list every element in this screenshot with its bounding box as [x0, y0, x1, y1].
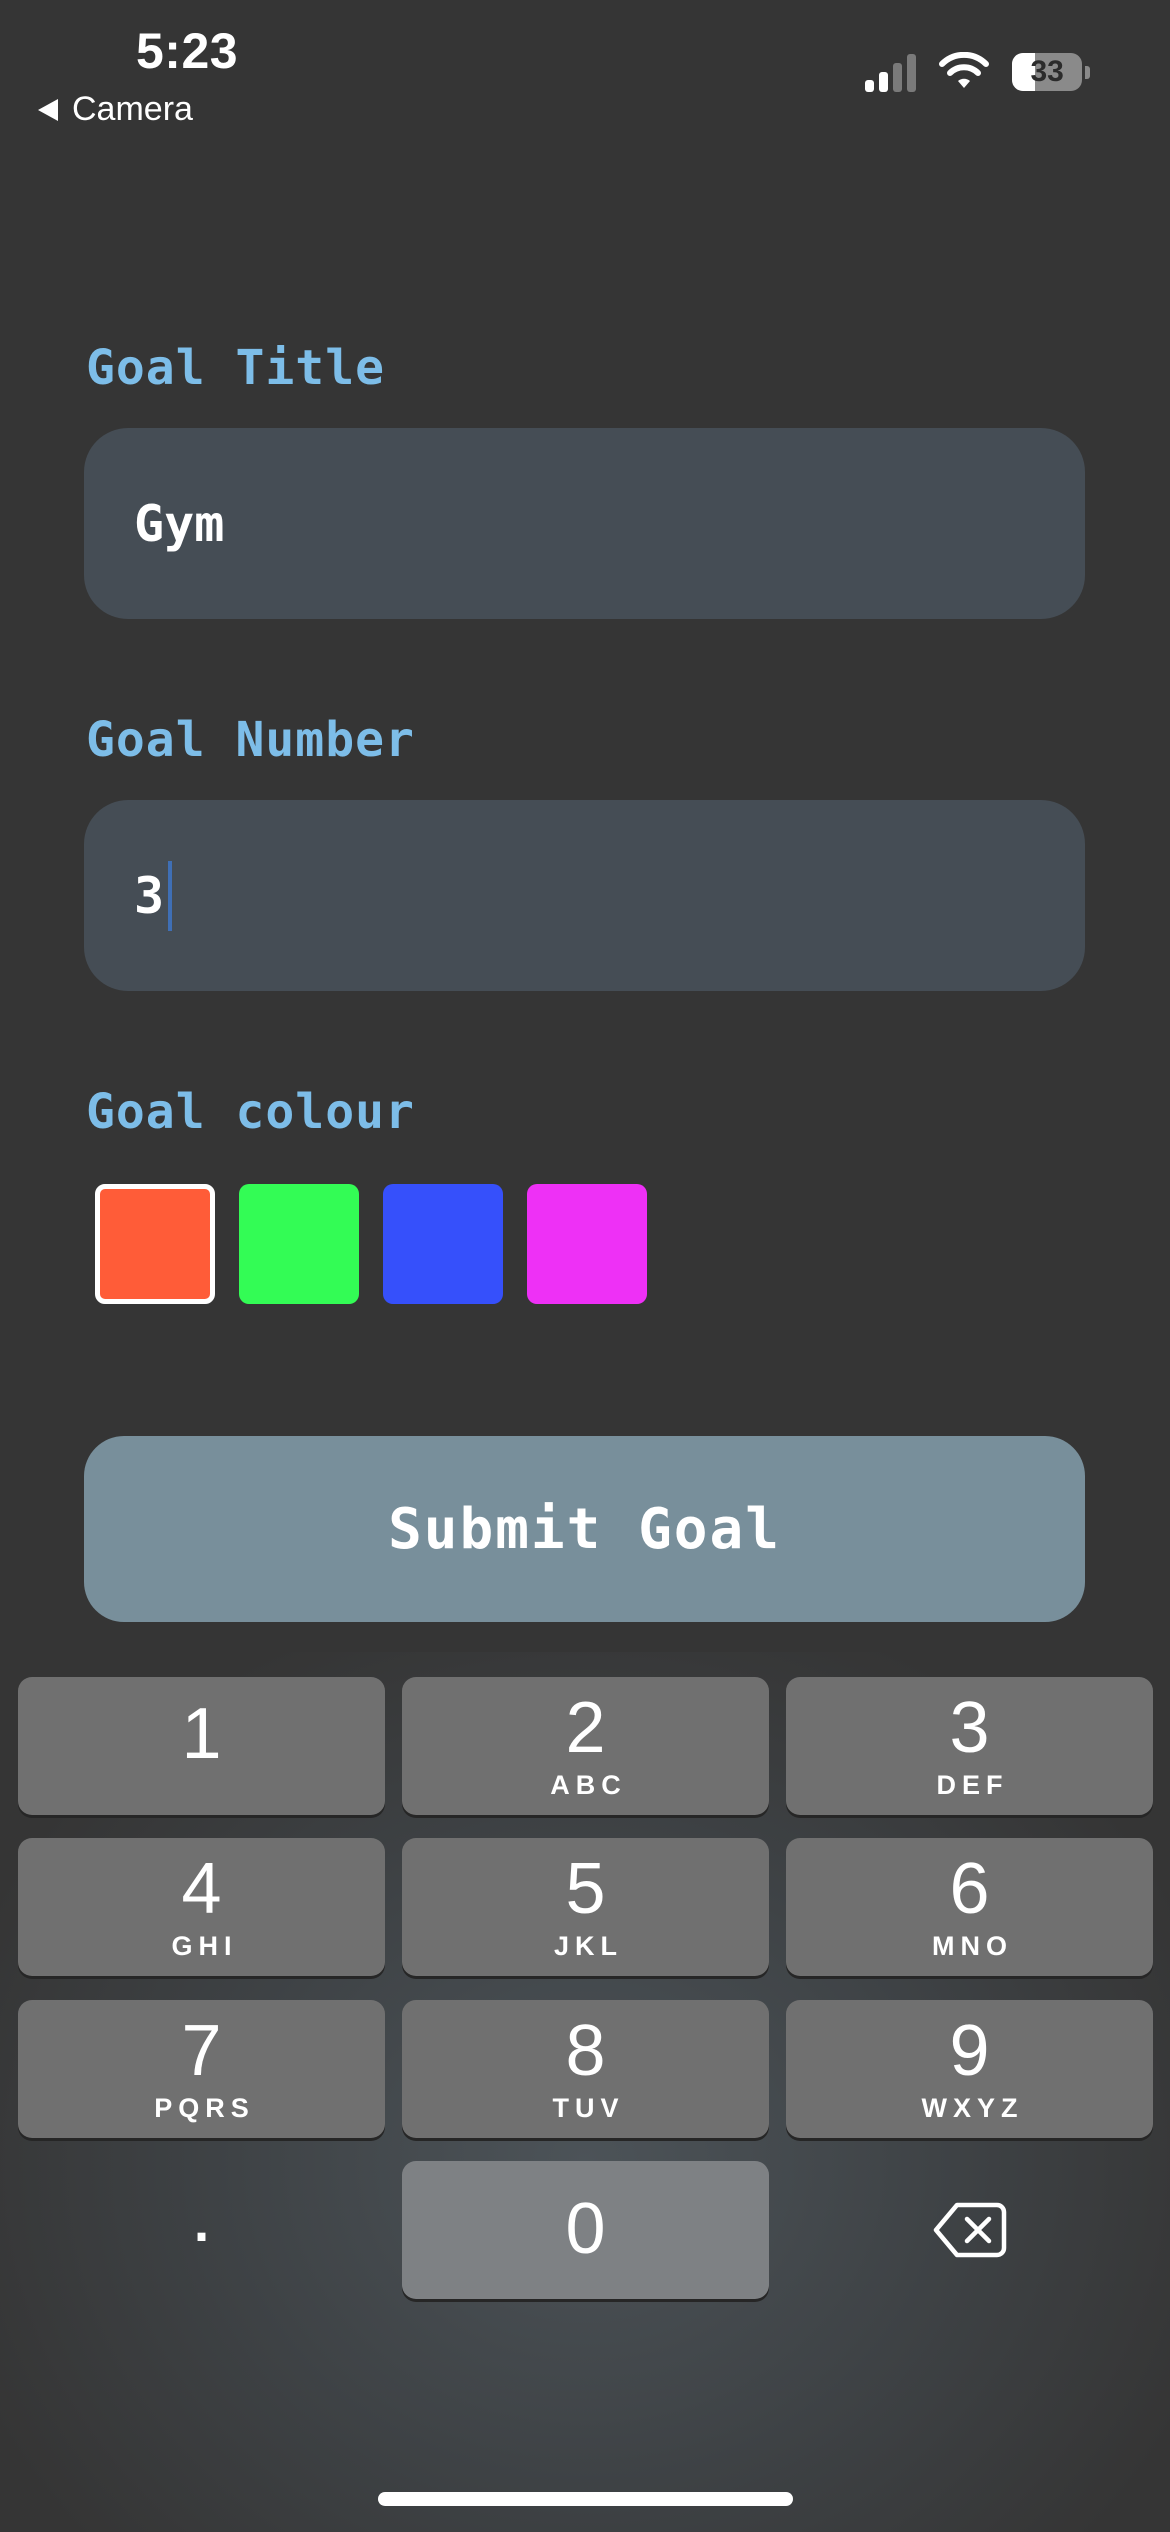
key-digit: 9	[949, 2010, 990, 2091]
key-3[interactable]: 3 DEF	[786, 1677, 1153, 1815]
delete-key[interactable]	[786, 2161, 1153, 2299]
goal-number-label: Goal Number	[86, 712, 415, 768]
key-digit: 0	[565, 2189, 606, 2269]
numeric-keypad: 1 2 ABC 3 DEF 4 GHI 5 JKL 6 MNO 7 PQRS 8…	[0, 1652, 1170, 2532]
key-digit: 1	[181, 1694, 222, 1774]
wifi-icon	[939, 52, 989, 88]
back-arrow-icon	[38, 98, 58, 121]
key-letters: DEF	[936, 1769, 1009, 1800]
submit-goal-button[interactable]: Submit Goal	[84, 1436, 1085, 1622]
back-to-camera-link[interactable]: Camera	[38, 90, 193, 129]
goal-title-value: Gym	[134, 494, 225, 553]
colour-picker	[95, 1184, 647, 1304]
key-letters: MNO	[932, 1930, 1013, 1961]
text-cursor	[168, 860, 173, 931]
goal-title-input[interactable]: Gym	[84, 428, 1085, 619]
cellular-signal-icon	[865, 52, 916, 92]
home-indicator[interactable]	[378, 2492, 793, 2506]
key-digit: 7	[181, 2010, 222, 2091]
key-letters: JKL	[553, 1930, 623, 1961]
key-5[interactable]: 5 JKL	[402, 1838, 769, 1976]
key-4[interactable]: 4 GHI	[18, 1838, 385, 1976]
goal-title-label: Goal Title	[86, 340, 385, 396]
status-icons: 33	[865, 52, 1090, 92]
key-digit: 2	[565, 1687, 606, 1768]
decimal-point: .	[193, 2189, 210, 2253]
status-time: 5:23	[136, 23, 239, 79]
key-8[interactable]: 8 TUV	[402, 2000, 769, 2138]
battery-icon: 33	[1012, 52, 1090, 92]
goal-colour-label: Goal colour	[86, 1084, 415, 1140]
key-decimal[interactable]: .	[18, 2161, 385, 2299]
key-letters: GHI	[171, 1930, 238, 1961]
key-digit: 3	[949, 1687, 990, 1768]
key-1[interactable]: 1	[18, 1677, 385, 1815]
goal-number-value: 3	[134, 866, 165, 925]
key-6[interactable]: 6 MNO	[786, 1838, 1153, 1976]
key-letters: TUV	[552, 2092, 625, 2123]
battery-level: 33	[1030, 55, 1064, 88]
key-digit: 5	[565, 1848, 606, 1929]
colour-swatch-magenta[interactable]	[527, 1184, 647, 1304]
key-digit: 8	[565, 2010, 606, 2091]
key-letters: PQRS	[154, 2092, 255, 2123]
key-0[interactable]: 0	[402, 2161, 769, 2299]
key-9[interactable]: 9 WXYZ	[786, 2000, 1153, 2138]
key-digit: 4	[181, 1848, 222, 1929]
key-2[interactable]: 2 ABC	[402, 1677, 769, 1815]
colour-swatch-green[interactable]	[239, 1184, 359, 1304]
back-link-label: Camera	[72, 90, 193, 128]
goal-number-input[interactable]: 3	[84, 800, 1085, 991]
colour-swatch-orange[interactable]	[95, 1184, 215, 1304]
app-screen: 5:23 Camera 33 Goal Title Gym Goal Numbe	[0, 0, 1170, 2532]
colour-swatch-blue[interactable]	[383, 1184, 503, 1304]
key-letters: WXYZ	[921, 2092, 1024, 2123]
key-7[interactable]: 7 PQRS	[18, 2000, 385, 2138]
key-letters: ABC	[550, 1769, 627, 1800]
backspace-icon	[933, 2202, 1006, 2258]
key-digit: 6	[949, 1848, 990, 1929]
